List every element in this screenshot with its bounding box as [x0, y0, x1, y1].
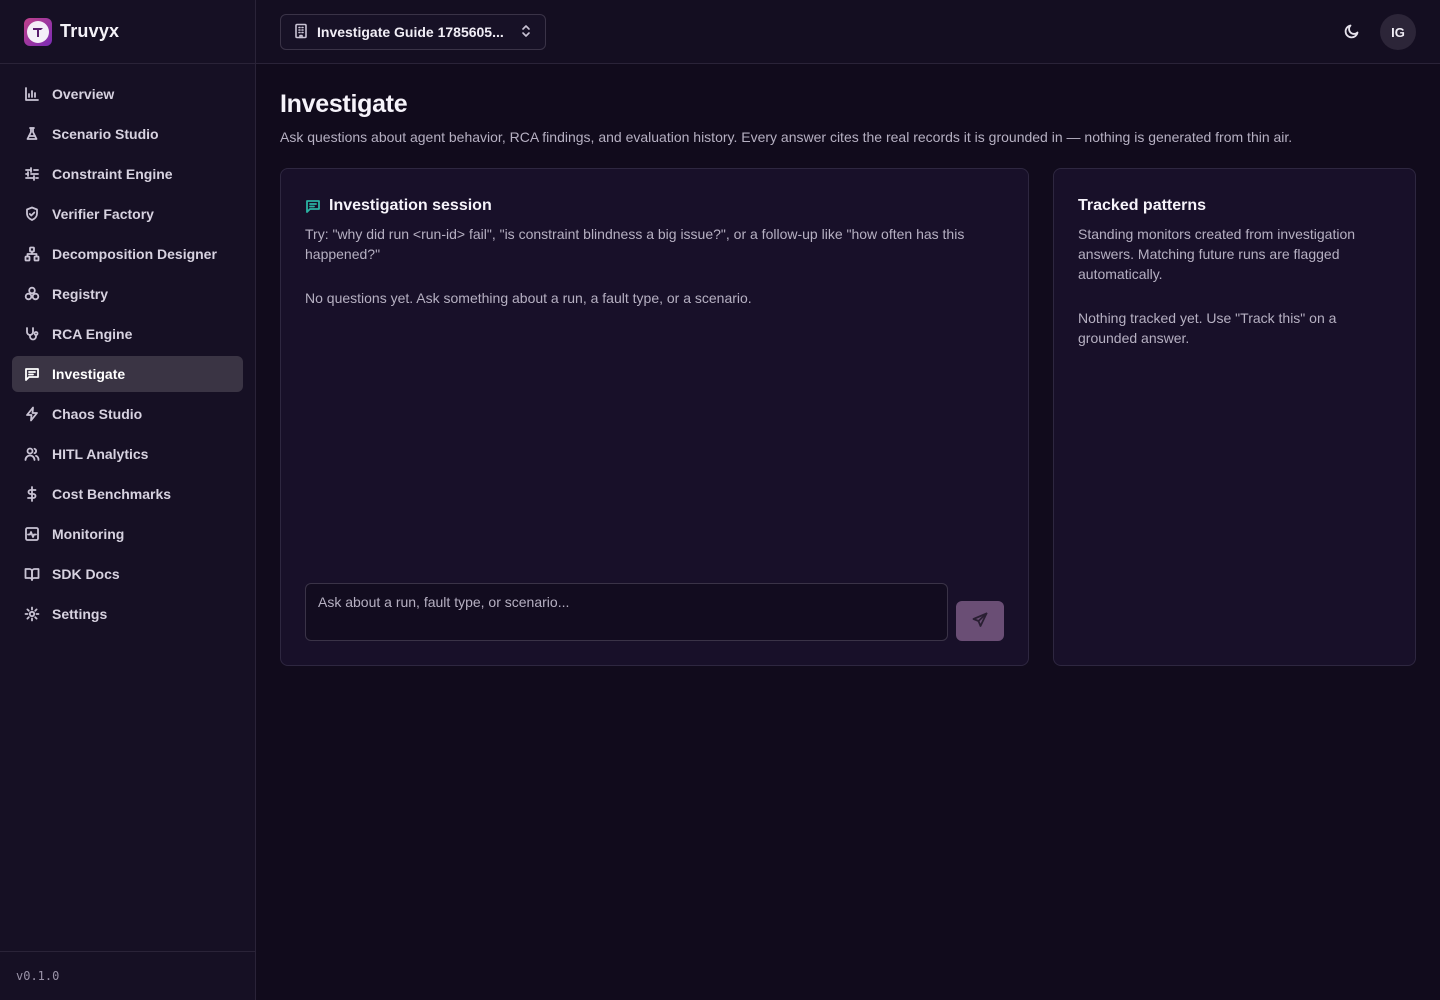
brand[interactable]: Truvyx	[0, 0, 255, 64]
sidebar-item-label: HITL Analytics	[52, 446, 149, 462]
sidebar-item-chaos-studio[interactable]: Chaos Studio	[12, 396, 243, 432]
sidebar-item-label: SDK Docs	[52, 566, 120, 582]
gear-icon	[24, 606, 40, 622]
sidebar-item-investigate[interactable]: Investigate	[12, 356, 243, 392]
main-content: Investigate Ask questions about agent be…	[280, 64, 1416, 666]
chevrons-up-down-icon	[519, 24, 533, 41]
message-square-icon	[24, 366, 40, 382]
app-version: v0.1.0	[0, 951, 255, 1000]
bar-chart-icon	[24, 86, 40, 102]
send-button[interactable]	[956, 601, 1004, 641]
investigation-session-card: Investigation session Try: "why did run …	[280, 168, 1029, 666]
sidebar-item-label: Chaos Studio	[52, 406, 143, 422]
workspace-selector[interactable]: Investigate Guide 1785605...	[280, 14, 546, 50]
sidebar-item-cost-benchmarks[interactable]: Cost Benchmarks	[12, 476, 243, 512]
sidebar-item-label: Monitoring	[52, 526, 125, 542]
zap-icon	[24, 406, 40, 422]
sidebar-item-label: Registry	[52, 286, 109, 302]
question-input[interactable]	[305, 583, 948, 641]
sliders-icon	[24, 166, 40, 182]
workspace-name: Investigate Guide 1785605...	[317, 24, 504, 40]
building-icon	[293, 23, 309, 42]
page-title: Investigate	[280, 90, 408, 118]
session-title-text: Investigation session	[329, 197, 492, 214]
dollar-icon	[24, 486, 40, 502]
sidebar-nav: Overview Scenario Studio Constraint Engi…	[0, 64, 255, 632]
patterns-title: Tracked patterns	[1078, 197, 1207, 214]
session-hint: Try: "why did run <run-id> fail", "is co…	[305, 226, 965, 262]
sidebar-item-label: RCA Engine	[52, 326, 133, 342]
sidebar-item-overview[interactable]: Overview	[12, 76, 243, 112]
sidebar-item-label: Constraint Engine	[52, 166, 173, 182]
users-icon	[24, 446, 40, 462]
patterns-description: Standing monitors created from investiga…	[1078, 226, 1356, 282]
sidebar-item-label: Investigate	[52, 366, 126, 382]
sidebar-item-verifier-factory[interactable]: Verifier Factory	[12, 196, 243, 232]
page-subtitle: Ask questions about agent behavior, RCA …	[280, 129, 1293, 145]
stethoscope-icon	[24, 326, 40, 342]
session-empty-state: No questions yet. Ask something about a …	[305, 290, 752, 306]
sidebar-item-settings[interactable]: Settings	[12, 596, 243, 632]
brand-name: Truvyx	[60, 21, 120, 41]
sidebar-item-monitoring[interactable]: Monitoring	[12, 516, 243, 552]
sidebar-item-label: Overview	[52, 86, 115, 102]
flask-icon	[24, 126, 40, 142]
boxes-icon	[24, 286, 40, 302]
sidebar-item-constraint-engine[interactable]: Constraint Engine	[12, 156, 243, 192]
sidebar-item-rca-engine[interactable]: RCA Engine	[12, 316, 243, 352]
sidebar-item-scenario-studio[interactable]: Scenario Studio	[12, 116, 243, 152]
sidebar-item-registry[interactable]: Registry	[12, 276, 243, 312]
sidebar-item-label: Scenario Studio	[52, 126, 159, 142]
sidebar-item-label: Cost Benchmarks	[52, 486, 172, 502]
theme-toggle-button[interactable]	[1340, 20, 1364, 44]
network-icon	[24, 246, 40, 262]
sidebar: Truvyx Overview Scenario Studio Constrai…	[0, 0, 256, 1000]
brand-logo-icon	[24, 17, 52, 46]
moon-icon	[1344, 23, 1360, 42]
send-icon	[972, 612, 988, 631]
sidebar-item-label: Verifier Factory	[52, 206, 154, 222]
topbar: Investigate Guide 1785605... IG	[256, 0, 1440, 64]
sidebar-item-hitl-analytics[interactable]: HITL Analytics	[12, 436, 243, 472]
sidebar-item-label: Settings	[52, 606, 108, 622]
session-title: Investigation session	[305, 197, 492, 215]
sidebar-item-sdk-docs[interactable]: SDK Docs	[12, 556, 243, 592]
book-icon	[24, 566, 40, 582]
tracked-patterns-card: Tracked patterns Standing monitors creat…	[1053, 168, 1416, 666]
sidebar-item-label: Decomposition Designer	[52, 246, 217, 262]
patterns-empty-state: Nothing tracked yet. Use "Track this" on…	[1078, 310, 1337, 346]
sidebar-item-decomposition-designer[interactable]: Decomposition Designer	[12, 236, 243, 272]
shield-check-icon	[24, 206, 40, 222]
message-square-icon	[305, 198, 321, 214]
activity-icon	[24, 526, 40, 542]
avatar[interactable]: IG	[1380, 14, 1416, 50]
